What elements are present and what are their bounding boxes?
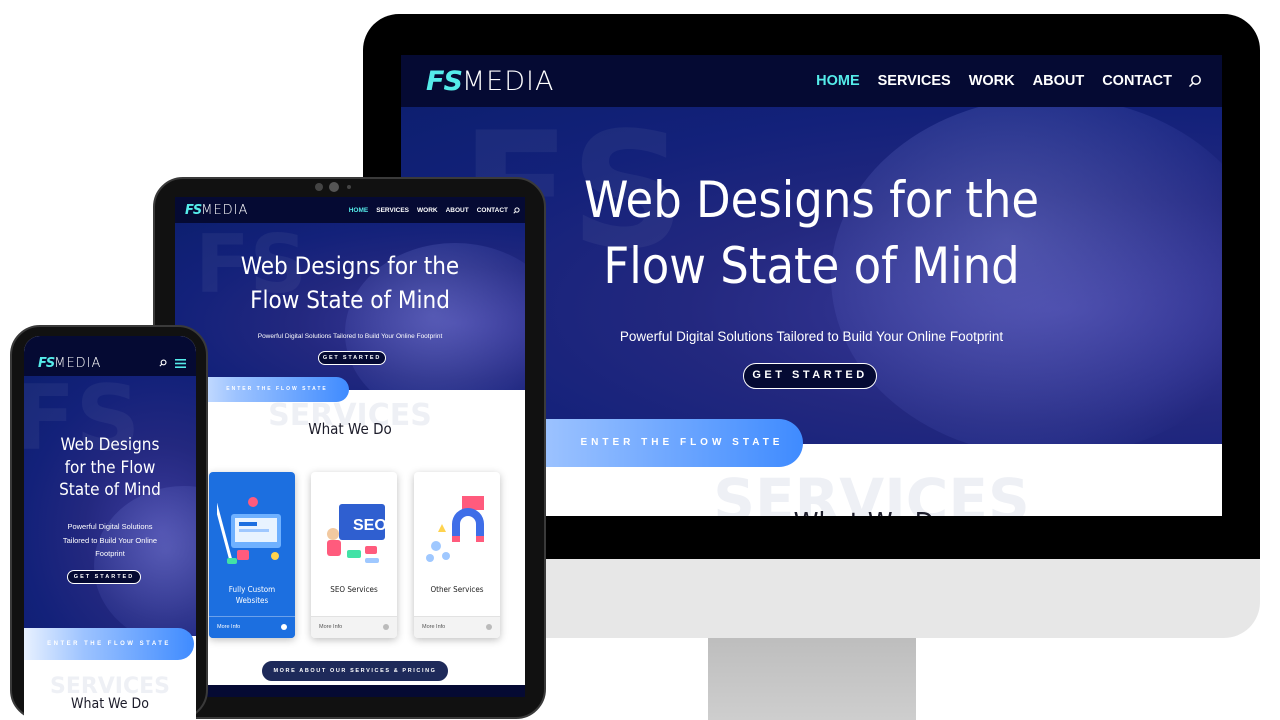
tablet-camera [329, 182, 339, 192]
nav-services[interactable]: SERVICES [376, 207, 409, 214]
card-title: SEO Services [330, 585, 378, 594]
arrow-icon[interactable] [383, 624, 389, 630]
get-started-button[interactable]: GET STARTED [67, 570, 141, 584]
website-illustration-icon [217, 494, 281, 564]
card-title: Other Services [430, 585, 484, 594]
get-started-button[interactable]: GET STARTED [743, 363, 877, 389]
phone-menu [159, 358, 186, 368]
svg-text:SEO: SEO [353, 517, 387, 534]
arrow-icon[interactable] [486, 624, 492, 630]
site-logo[interactable]: FS MEDIA [426, 66, 554, 97]
search-icon[interactable] [513, 206, 520, 214]
main-menu: HOME SERVICES WORK ABOUT CONTACT [341, 207, 520, 214]
service-card-websites[interactable]: Fully Custom Websites More Info [209, 472, 295, 638]
enter-flow-state-button[interactable]: ENTER THE FLOW STATE [24, 628, 194, 660]
tablet-bottom-bar [175, 685, 525, 697]
nav-about[interactable]: ABOUT [1033, 73, 1085, 89]
logo-mark: FS [426, 65, 463, 97]
phone-hero: FS Web Designs for the Flow State of Min… [24, 376, 196, 636]
hamburger-icon[interactable] [175, 358, 186, 368]
logo-word: MEDIA [461, 65, 555, 97]
tablet-screen: FS MEDIA HOME SERVICES WORK ABOUT CONTAC… [175, 197, 525, 697]
nav-services[interactable]: SERVICES [878, 73, 951, 89]
hero-title: Web Designs for the Flow State of Mind [59, 435, 161, 500]
tablet-light [347, 185, 351, 189]
nav-home[interactable]: HOME [349, 207, 369, 214]
nav-contact[interactable]: CONTACT [1102, 73, 1172, 89]
phone-screen: FS MEDIA FS Web Designs for the Flow Sta… [24, 336, 196, 720]
service-card-seo[interactable]: SEO SEO Services More Info [311, 472, 397, 638]
tablet-services-section: SERVICES What We Do Fully Custom Website… [175, 390, 525, 697]
magnet-illustration-icon [426, 496, 484, 562]
hero-title: Web Designs for the Flow State of Mind [240, 252, 460, 314]
nav-work[interactable]: WORK [417, 207, 438, 214]
card-footer: More Info [414, 616, 500, 638]
nav-work[interactable]: WORK [969, 73, 1015, 89]
phone-nav: FS MEDIA [24, 336, 196, 376]
nav-home[interactable]: HOME [816, 73, 860, 89]
hero-subtitle: Powerful Digital Solutions Tailored to B… [62, 522, 158, 558]
nav-about[interactable]: ABOUT [446, 207, 469, 214]
tablet-nav: FS MEDIA HOME SERVICES WORK ABOUT CONTAC… [175, 197, 525, 223]
nav-contact[interactable]: CONTACT [477, 207, 508, 214]
more-info-link[interactable]: More Info [319, 624, 342, 630]
card-footer: More Info [311, 616, 397, 638]
card-footer: More Info [209, 616, 295, 638]
main-menu: HOME SERVICES WORK ABOUT CONTACT [798, 73, 1202, 89]
card-title: Fully Custom Websites [228, 585, 276, 605]
service-card-other[interactable]: Other Services More Info [414, 472, 500, 638]
search-icon[interactable] [1188, 74, 1202, 88]
site-logo[interactable]: FS MEDIA [38, 356, 101, 371]
brain-image [94, 486, 196, 636]
section-title: What We Do [71, 696, 149, 712]
hero-subtitle: Powerful Digital Solutions Tailored to B… [257, 333, 443, 340]
monitor-stand [708, 635, 916, 720]
desktop-nav: FS MEDIA HOME SERVICES WORK ABOUT CONTAC… [401, 55, 1222, 107]
search-icon[interactable] [159, 359, 167, 367]
seo-illustration-icon: SEO [327, 504, 387, 563]
more-info-link[interactable]: More Info [217, 624, 240, 630]
arrow-icon[interactable] [281, 624, 287, 630]
site-logo[interactable]: FS MEDIA [185, 203, 248, 218]
tablet-hero: FS Web Designs for the Flow State of Min… [175, 223, 525, 390]
section-title: What We Do [308, 420, 392, 438]
services-pricing-button[interactable]: MORE ABOUT OUR SERVICES & PRICING [262, 661, 448, 681]
get-started-button[interactable]: GET STARTED [318, 351, 386, 365]
more-info-link[interactable]: More Info [422, 624, 445, 630]
tablet-sensor [315, 183, 323, 191]
